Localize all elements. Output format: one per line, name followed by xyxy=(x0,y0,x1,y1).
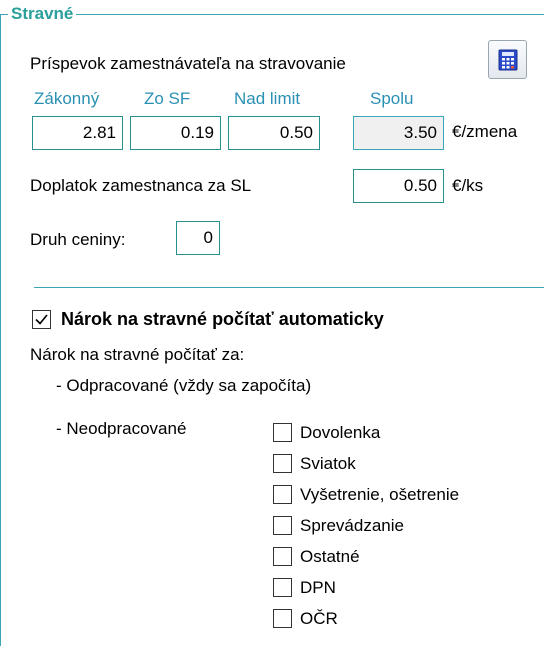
surcharge-unit: €/ks xyxy=(452,176,484,195)
over-limit-field[interactable]: 0.50 xyxy=(228,116,320,150)
header-legal: Zákonný xyxy=(34,89,100,108)
calculator-icon xyxy=(498,49,518,71)
auto-entitlement-checkbox[interactable] xyxy=(32,310,51,329)
contribution-unit: €/zmena xyxy=(452,122,518,141)
worked-label: - Odpracované (vždy sa započíta) xyxy=(56,376,312,395)
option-label-vysetrenie[interactable]: Vyšetrenie, ošetrenie xyxy=(300,485,459,505)
option-checkbox-dpn[interactable] xyxy=(273,578,292,597)
option-label-sprevadzanie[interactable]: Sprevádzanie xyxy=(300,516,404,536)
header-sf: Zo SF xyxy=(144,89,191,108)
not-worked-label: - Neodpracované xyxy=(56,419,187,438)
contribution-label: Príspevok zamestnávateľa na stravovanie xyxy=(30,54,346,73)
voucher-field[interactable]: 0 xyxy=(176,221,220,255)
option-checkbox-vysetrenie[interactable] xyxy=(273,485,292,504)
option-checkbox-ocr[interactable] xyxy=(273,609,292,628)
option-checkbox-dovolenka[interactable] xyxy=(273,423,292,442)
voucher-label: Druh ceniny: xyxy=(30,230,126,249)
group-frame-left xyxy=(0,14,1,646)
option-label-ostatne[interactable]: Ostatné xyxy=(300,547,360,567)
surcharge-label: Doplatok zamestnanca za SL xyxy=(30,176,252,195)
total-field: 3.50 xyxy=(353,116,444,150)
group-frame-top xyxy=(0,14,544,15)
checkmark-icon xyxy=(35,314,48,325)
option-checkbox-sprevadzanie[interactable] xyxy=(273,516,292,535)
sf-field[interactable]: 0.19 xyxy=(130,116,221,150)
header-over-limit: Nad limit xyxy=(234,89,301,108)
option-label-dovolenka[interactable]: Dovolenka xyxy=(300,423,380,443)
option-label-dpn[interactable]: DPN xyxy=(300,578,336,598)
legal-field[interactable]: 2.81 xyxy=(32,116,123,150)
separator xyxy=(34,287,544,288)
header-total: Spolu xyxy=(370,89,414,108)
calculator-button[interactable] xyxy=(488,40,527,79)
surcharge-field[interactable]: 0.50 xyxy=(353,169,444,203)
auto-entitlement-label[interactable]: Nárok na stravné počítať automaticky xyxy=(61,309,384,329)
entitlement-label: Nárok na stravné počítať za: xyxy=(30,345,245,364)
option-checkbox-ostatne[interactable] xyxy=(273,547,292,566)
option-checkbox-sviatok[interactable] xyxy=(273,454,292,473)
section-title: Stravné xyxy=(8,2,77,26)
option-label-sviatok[interactable]: Sviatok xyxy=(300,454,356,474)
option-label-ocr[interactable]: OČR xyxy=(300,609,338,629)
